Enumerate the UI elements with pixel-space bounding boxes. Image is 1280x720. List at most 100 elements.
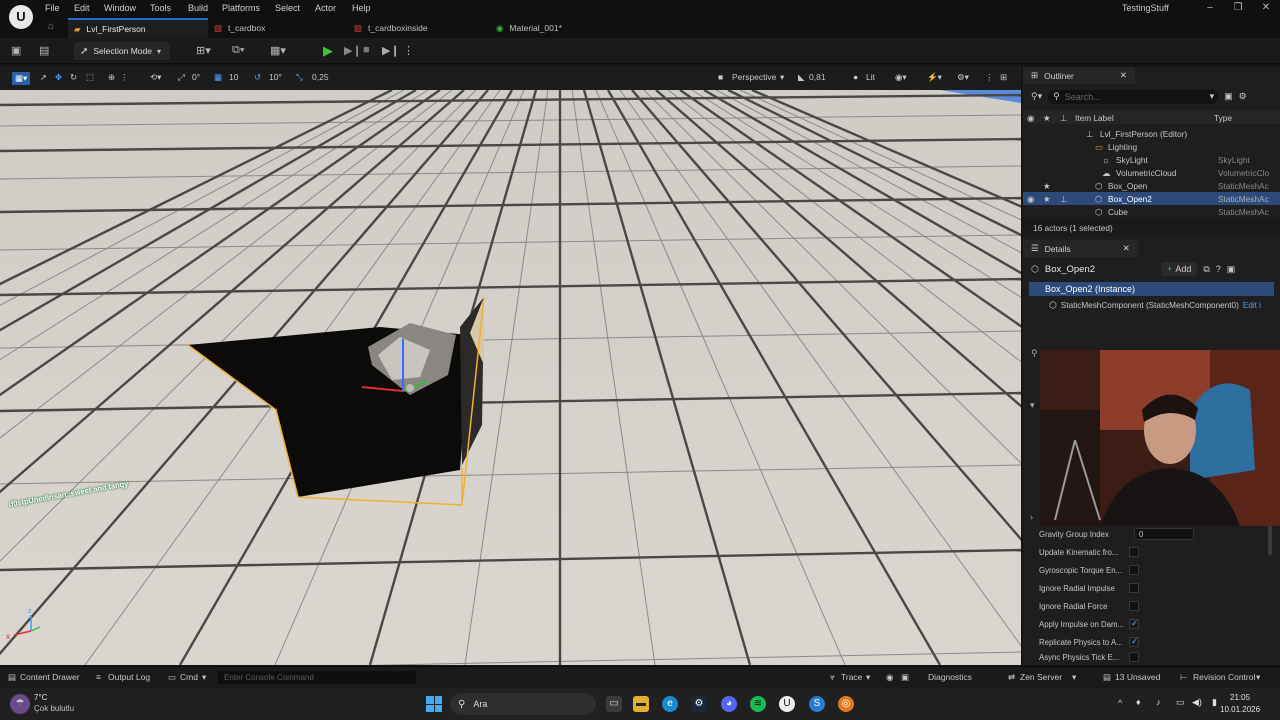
- show-icon[interactable]: ◉▾: [895, 72, 907, 83]
- more-icon[interactable]: ⋮: [120, 72, 129, 83]
- outliner-tab[interactable]: ⊞ Outliner ✕: [1023, 67, 1136, 84]
- step-icon[interactable]: ▶❙: [344, 44, 362, 57]
- maximize-icon[interactable]: ❐: [1231, 2, 1245, 13]
- unreal-logo-icon[interactable]: U: [9, 5, 33, 29]
- translate-snap-value[interactable]: 0°: [192, 72, 200, 82]
- rotation-snap-icon[interactable]: ↺: [254, 72, 261, 83]
- menu-actor[interactable]: Actor: [315, 3, 336, 13]
- perspective-dropdown[interactable]: Perspective: [732, 72, 776, 82]
- settings-icon[interactable]: ⚙▾: [957, 72, 969, 83]
- diagnostics-button[interactable]: Diagnostics: [928, 672, 972, 682]
- menu-edit[interactable]: Edit: [74, 3, 90, 13]
- stop-icon[interactable]: ■: [363, 44, 370, 56]
- menu-platforms[interactable]: Platforms: [222, 3, 260, 13]
- zen-server-button[interactable]: Zen Server: [1020, 672, 1062, 682]
- translate-tool-icon[interactable]: ✥: [55, 72, 62, 83]
- rotate-tool-icon[interactable]: ↻: [70, 72, 77, 83]
- visibility-icon[interactable]: ◉: [1027, 194, 1034, 204]
- trace-dropdown[interactable]: Trace: [841, 672, 862, 682]
- star-icon[interactable]: ★: [1043, 194, 1050, 204]
- visibility-icon[interactable]: ◉: [1027, 113, 1034, 123]
- menu-select[interactable]: Select: [275, 3, 300, 13]
- play-icon[interactable]: ▶: [323, 43, 333, 59]
- cinematics-icon[interactable]: ▦▾: [270, 44, 286, 57]
- clock-date[interactable]: 10.01.2026: [1220, 705, 1260, 714]
- close-window-icon[interactable]: ✕: [1259, 2, 1273, 13]
- scale-tool-icon[interactable]: ⬚: [86, 72, 94, 83]
- folder-add-icon[interactable]: ▣: [1224, 91, 1233, 102]
- content-browser-icon[interactable]: ▤: [39, 44, 49, 57]
- angle-snap-icon[interactable]: ⤢: [178, 72, 185, 83]
- more-options-icon[interactable]: ⋮: [403, 44, 414, 57]
- update-kinematic-checkbox[interactable]: [1129, 547, 1139, 557]
- col-type[interactable]: Type: [1214, 113, 1232, 123]
- outliner-row-cube[interactable]: ⬡ Cube StaticMeshAc: [1023, 205, 1280, 218]
- task-view-icon[interactable]: ▭: [606, 696, 622, 712]
- edit-link[interactable]: Edit i: [1243, 301, 1261, 310]
- grid-snap-value[interactable]: 10: [229, 72, 238, 82]
- blueprint-icon[interactable]: ⧉: [1203, 264, 1209, 275]
- details-tab[interactable]: ☰ Details ✕: [1023, 240, 1138, 257]
- star-icon[interactable]: ★: [1043, 181, 1050, 191]
- microphone-icon[interactable]: ♦: [1136, 697, 1141, 707]
- scale-snap-value[interactable]: 0,25: [312, 72, 329, 82]
- taskbar-search[interactable]: ⚲ Ara: [450, 693, 596, 715]
- discord-icon[interactable]: ◕: [721, 696, 737, 712]
- screenshot-icon[interactable]: ▣: [901, 672, 909, 683]
- ignore-radial-impulse-checkbox[interactable]: [1129, 583, 1139, 593]
- close-icon[interactable]: ✕: [1123, 243, 1130, 254]
- outliner-search-input[interactable]: ⚲ Search... ▾: [1048, 89, 1219, 104]
- async-physics-checkbox[interactable]: [1129, 652, 1139, 662]
- clock-time[interactable]: 21:05: [1230, 693, 1250, 702]
- save-icon[interactable]: ▣: [11, 44, 21, 57]
- unsaved-button[interactable]: 13 Unsaved: [1115, 672, 1160, 682]
- lock-icon[interactable]: ▣: [1227, 264, 1236, 275]
- pin-icon[interactable]: ⊥: [1060, 113, 1067, 123]
- pin-icon[interactable]: ⊥: [1060, 194, 1067, 204]
- edge-icon[interactable]: e: [662, 696, 678, 712]
- outliner-row-box-open2[interactable]: ◉ ★ ⊥ ⬡ Box_Open2 StaticMeshAc: [1023, 192, 1280, 205]
- outliner-row-lighting[interactable]: ▭ Lighting: [1023, 140, 1280, 153]
- outliner-row-box-open[interactable]: ★ ⬡ Box_Open StaticMeshAc: [1023, 179, 1280, 192]
- menu-build[interactable]: Build: [188, 3, 208, 13]
- steam-icon[interactable]: ⚙: [691, 696, 707, 712]
- close-icon[interactable]: ✕: [1120, 70, 1127, 81]
- chevron-right-icon[interactable]: ›: [1030, 512, 1033, 522]
- menu-file[interactable]: File: [45, 3, 60, 13]
- scale-snap-icon[interactable]: ⤡: [296, 72, 303, 83]
- more-icon[interactable]: ⋮: [985, 72, 994, 83]
- rotation-snap-value[interactable]: 10°: [269, 72, 282, 82]
- content-drawer-button[interactable]: Content Drawer: [20, 672, 80, 682]
- file-explorer-icon[interactable]: ▬: [633, 696, 649, 712]
- spotify-icon[interactable]: ≋: [750, 696, 766, 712]
- grid-snap-icon[interactable]: ▦: [214, 72, 222, 83]
- apply-impulse-checkbox[interactable]: [1129, 618, 1139, 629]
- col-item-label[interactable]: Item Label: [1075, 113, 1114, 123]
- level-viewport[interactable]: ▦▾ ➚ ✥ ↻ ⬚ ⊕ ⋮ ⟲▾ ⤢ 0° ▦ 10 ↺ 10° ⤡ 0,25…: [0, 65, 1021, 665]
- viewport-options-icon[interactable]: ▦▾: [12, 72, 31, 85]
- blueprint-icon[interactable]: ⧉▾: [232, 44, 244, 57]
- details-scrollbar[interactable]: [1268, 525, 1272, 555]
- revision-control-button[interactable]: Revision Control: [1193, 672, 1255, 682]
- blender-icon[interactable]: ◎: [838, 696, 854, 712]
- minimize-icon[interactable]: –: [1203, 2, 1217, 13]
- weather-icon[interactable]: ☂: [10, 694, 30, 714]
- replicate-physics-checkbox[interactable]: [1129, 636, 1139, 647]
- select-tool-icon[interactable]: ➚: [40, 72, 47, 83]
- chevron-down-icon[interactable]: ▾: [1030, 400, 1035, 411]
- layout-icon[interactable]: ⊞: [1000, 72, 1007, 83]
- network-icon[interactable]: ▭: [1176, 697, 1185, 708]
- camera-speed-value[interactable]: 0,81: [809, 72, 826, 82]
- tab-t-cardbox[interactable]: ▧ t_cardbox: [208, 18, 348, 38]
- outliner-row-volumetriccloud[interactable]: ☁ VolumetricCloud VolumetricClo: [1023, 166, 1280, 179]
- tab-t-cardboxinside[interactable]: ▧ t_cardboxinside: [348, 18, 488, 38]
- cmd-dropdown[interactable]: Cmd: [180, 672, 198, 682]
- world-space-icon[interactable]: ⊕: [108, 72, 115, 83]
- performance-icon[interactable]: ⚡▾: [927, 72, 942, 83]
- lit-dropdown[interactable]: Lit: [866, 72, 875, 82]
- record-icon[interactable]: ◉: [886, 672, 893, 683]
- menu-help[interactable]: Help: [352, 3, 371, 13]
- settings-icon[interactable]: ⚙: [1239, 91, 1247, 102]
- battery-icon[interactable]: ▮: [1212, 697, 1217, 708]
- filter-icon[interactable]: ⚲▾: [1031, 91, 1042, 102]
